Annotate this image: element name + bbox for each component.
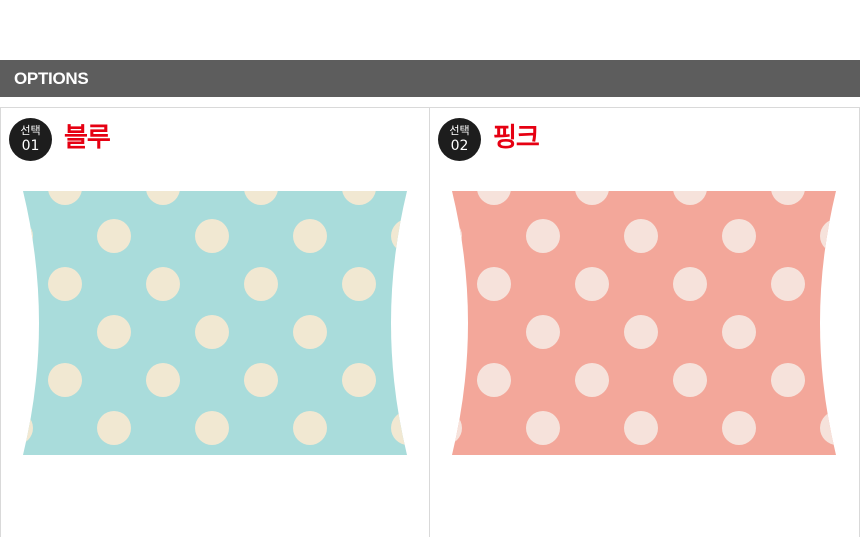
polka-dot <box>575 267 609 301</box>
polka-dot <box>195 219 229 253</box>
polka-dot <box>48 267 82 301</box>
option-badge: 선택 02 <box>438 118 481 161</box>
polka-dot <box>722 315 756 349</box>
option-card-pink[interactable]: 선택 02 핑크 <box>430 107 860 537</box>
polka-dot <box>722 411 756 445</box>
polka-dot <box>244 363 278 397</box>
polka-dot <box>477 363 511 397</box>
polka-dot <box>624 411 658 445</box>
polka-dot <box>575 363 609 397</box>
options-header: OPTIONS <box>0 60 860 97</box>
polka-dot <box>342 363 376 397</box>
polka-dot <box>673 267 707 301</box>
polka-dot <box>97 411 131 445</box>
badge-label: 선택 <box>449 124 470 137</box>
polka-dot <box>97 315 131 349</box>
polka-dot <box>195 411 229 445</box>
polka-dot <box>771 267 805 301</box>
pillow-box-image-blue <box>23 191 407 455</box>
polka-dot <box>624 219 658 253</box>
polka-dot <box>391 315 407 349</box>
polka-dot <box>452 315 462 349</box>
options-title: OPTIONS <box>14 69 89 88</box>
polka-dot <box>195 315 229 349</box>
polka-dot <box>293 411 327 445</box>
polka-dot <box>293 219 327 253</box>
polka-dot <box>293 315 327 349</box>
badge-number: 02 <box>450 138 469 154</box>
polka-dot <box>624 315 658 349</box>
polka-dot <box>244 267 278 301</box>
badge-number: 01 <box>21 138 40 154</box>
polka-dot <box>146 267 180 301</box>
polka-dot <box>673 363 707 397</box>
polka-dot <box>771 363 805 397</box>
polka-dot <box>526 219 560 253</box>
polka-dot <box>342 267 376 301</box>
polka-dot <box>526 315 560 349</box>
option-name: 블루 <box>64 123 111 153</box>
polka-dot <box>48 363 82 397</box>
option-card-blue[interactable]: 선택 01 블루 <box>0 107 430 537</box>
polka-dot <box>477 267 511 301</box>
polka-dot <box>820 315 836 349</box>
polka-dot <box>526 411 560 445</box>
polka-dot <box>97 219 131 253</box>
option-name: 핑크 <box>493 123 540 153</box>
polka-dot <box>722 219 756 253</box>
polka-dot <box>146 363 180 397</box>
pillow-box-image-pink <box>452 191 836 455</box>
polka-dot <box>23 315 33 349</box>
option-badge: 선택 01 <box>9 118 52 161</box>
badge-label: 선택 <box>20 124 41 137</box>
